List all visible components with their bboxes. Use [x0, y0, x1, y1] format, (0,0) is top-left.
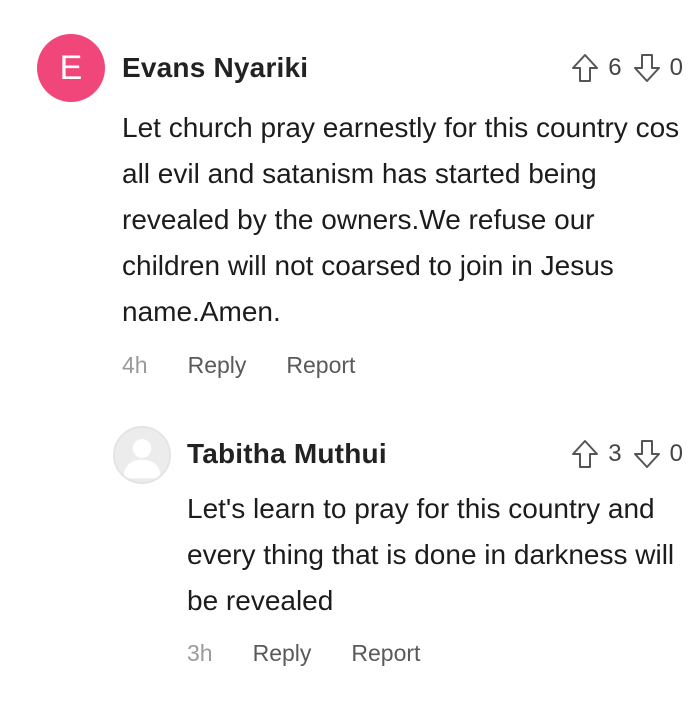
- arrow-down-icon: [633, 440, 660, 468]
- avatar[interactable]: E: [37, 34, 105, 102]
- downvote-button[interactable]: [632, 438, 662, 470]
- upvote-count: 3: [608, 440, 622, 467]
- avatar[interactable]: [113, 426, 171, 484]
- report-button[interactable]: Report: [286, 352, 355, 379]
- comment-meta: 3h Reply Report: [187, 640, 460, 667]
- comment-time: 4h: [122, 352, 148, 378]
- comment-time: 3h: [187, 640, 213, 666]
- downvote-button[interactable]: [632, 52, 662, 84]
- arrow-down-icon: [633, 54, 660, 82]
- upvote-count: 6: [608, 54, 622, 81]
- downvote-count: 0: [669, 54, 683, 81]
- comment: E Evans Nyariki 6 0 Let church pray earn…: [0, 0, 698, 400]
- upvote-button[interactable]: [570, 438, 600, 470]
- arrow-up-icon: [572, 440, 599, 468]
- arrow-up-icon: [572, 54, 599, 82]
- reply-button[interactable]: Reply: [188, 352, 247, 379]
- avatar-letter: E: [59, 48, 83, 87]
- comment-author[interactable]: Evans Nyariki: [122, 52, 308, 84]
- comment-meta: 4h Reply Report: [122, 352, 395, 379]
- comment-text: Let's learn to pray for this country and…: [187, 493, 675, 616]
- reply-button[interactable]: Reply: [253, 640, 312, 667]
- comment-text: Let church pray earnestly for this count…: [122, 112, 680, 327]
- comment-author[interactable]: Tabitha Muthui: [187, 438, 387, 470]
- vote-controls: 6 0: [570, 52, 683, 84]
- report-button[interactable]: Report: [351, 640, 420, 667]
- downvote-count: 0: [669, 440, 683, 467]
- reply-comment: Tabitha Muthui 3 0 Let's learn to pray f…: [0, 400, 698, 708]
- vote-controls: 3 0: [570, 438, 683, 470]
- upvote-button[interactable]: [570, 52, 600, 84]
- default-user-icon: [123, 439, 161, 479]
